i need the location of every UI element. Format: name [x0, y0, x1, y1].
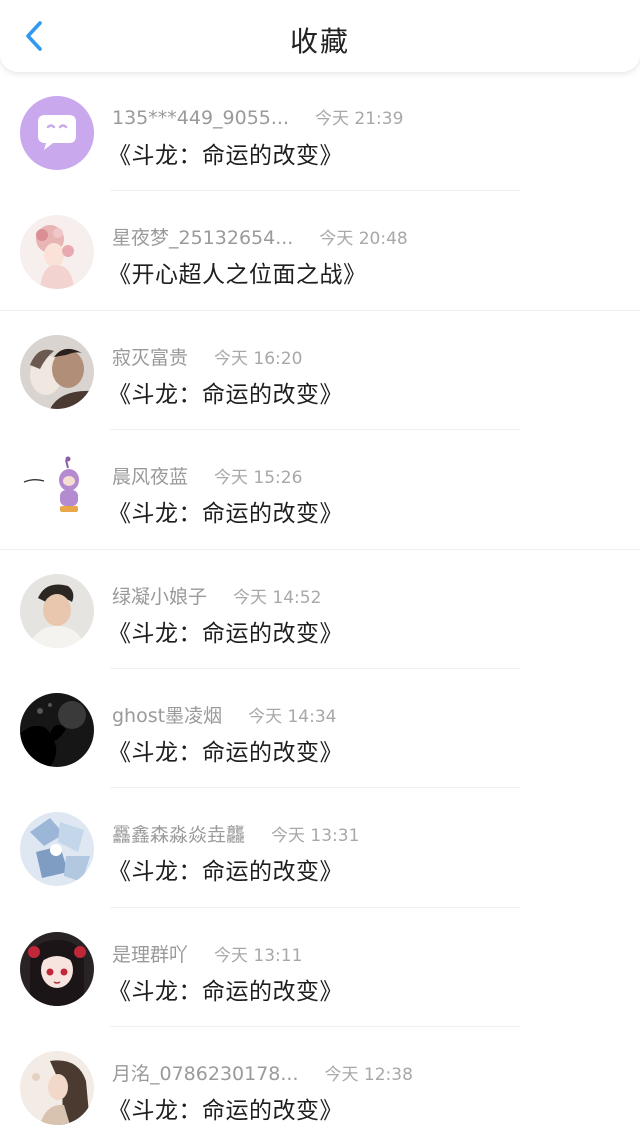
book-title[interactable]: 《斗龙：命运的改变》: [108, 614, 343, 648]
timestamp: 今天 13:11: [214, 945, 303, 966]
silhouette-avatar: [20, 692, 94, 767]
avatar[interactable]: [20, 931, 94, 1006]
username[interactable]: 寂灭富贵: [112, 343, 188, 370]
timestamp: 今天 16:20: [214, 348, 303, 369]
book-title[interactable]: 《开心超人之位面之战》: [108, 255, 367, 289]
meta-line: 是理群吖 今天 13:11: [112, 940, 302, 967]
timestamp: 今天 12:38: [324, 1065, 413, 1086]
meta-line: 月洺_0786230178... 今天 12:38: [112, 1059, 413, 1086]
favorites-page: 收藏 135***449_9055... 今天 21:39 《斗龙：命运的改变》: [0, 0, 640, 1138]
page-title: 收藏: [289, 25, 350, 58]
anime-blue-avatar: [20, 812, 94, 887]
book-title[interactable]: 《斗龙：命运的改变》: [108, 494, 343, 528]
list-item[interactable]: 寂灭富贵 今天 16:20 《斗龙：命运的改变》: [0, 311, 640, 431]
username[interactable]: 靐鑫森淼焱垚龘: [112, 820, 245, 847]
username[interactable]: 星夜梦_25132654...: [112, 223, 293, 250]
avatar[interactable]: [20, 454, 94, 529]
list-item[interactable]: 星夜梦_25132654... 今天 20:48 《开心超人之位面之战》: [0, 191, 640, 311]
list-item[interactable]: 135***449_9055... 今天 21:39 《斗龙：命运的改变》: [0, 72, 640, 192]
username[interactable]: 月洺_0786230178...: [112, 1059, 299, 1086]
timestamp: 今天 14:52: [233, 587, 322, 608]
chat-bubble-avatar: [20, 96, 94, 170]
avatar[interactable]: [20, 334, 94, 409]
boy-photo-avatar: [20, 573, 94, 648]
book-title[interactable]: 《斗龙：命运的改变》: [108, 136, 343, 170]
meta-line: 寂灭富贵 今天 16:20: [112, 343, 302, 370]
cartoon-character-avatar: [20, 454, 94, 529]
avatar[interactable]: [20, 573, 94, 648]
book-title[interactable]: 《斗龙：命运的改变》: [108, 852, 343, 886]
username[interactable]: ghost墨凌烟: [112, 701, 222, 728]
book-title[interactable]: 《斗龙：命运的改变》: [108, 733, 343, 767]
avatar[interactable]: [20, 692, 94, 767]
meta-line: 晨风夜蓝 今天 15:26: [112, 462, 302, 489]
list-item[interactable]: 月洺_0786230178... 今天 12:38 《斗龙：命运的改变》: [0, 1027, 640, 1138]
couple-photo-avatar: [20, 334, 94, 409]
favorites-list: 135***449_9055... 今天 21:39 《斗龙：命运的改变》 星夜…: [0, 72, 640, 1138]
username[interactable]: 135***449_9055...: [112, 107, 289, 129]
avatar[interactable]: [20, 96, 94, 170]
username[interactable]: 晨风夜蓝: [112, 462, 188, 489]
avatar[interactable]: [20, 1051, 94, 1126]
list-item[interactable]: 靐鑫森淼焱垚龘 今天 13:31 《斗龙：命运的改变》: [0, 788, 640, 908]
list-item[interactable]: 绿凝小娘子 今天 14:52 《斗龙：命运的改变》: [0, 550, 640, 669]
avatar[interactable]: [20, 215, 94, 290]
username[interactable]: 绿凝小娘子: [112, 582, 207, 609]
timestamp: 今天 13:31: [271, 826, 360, 847]
anime-girl-avatar: [20, 931, 94, 1006]
top-bar: 收藏: [0, 0, 640, 72]
list-item[interactable]: ghost墨凌烟 今天 14:34 《斗龙：命运的改变》: [0, 669, 640, 789]
meta-line: 靐鑫森淼焱垚龘 今天 13:31: [112, 820, 359, 847]
girl-illustration-avatar: [20, 215, 94, 290]
meta-line: 星夜梦_25132654... 今天 20:48: [112, 223, 408, 250]
meta-line: 135***449_9055... 今天 21:39: [112, 104, 403, 129]
book-title[interactable]: 《斗龙：命运的改变》: [108, 972, 343, 1006]
timestamp: 今天 21:39: [315, 109, 404, 129]
list-item[interactable]: 晨风夜蓝 今天 15:26 《斗龙：命运的改变》: [0, 430, 640, 550]
meta-line: 绿凝小娘子 今天 14:52: [112, 582, 321, 609]
username[interactable]: 是理群吖: [112, 940, 188, 967]
timestamp: 今天 15:26: [214, 468, 303, 489]
meta-line: ghost墨凌烟 今天 14:34: [112, 701, 336, 728]
avatar[interactable]: [20, 812, 94, 887]
timestamp: 今天 14:34: [248, 706, 337, 727]
girl-photo-avatar: [20, 1051, 94, 1126]
book-title[interactable]: 《斗龙：命运的改变》: [108, 1091, 343, 1125]
book-title[interactable]: 《斗龙：命运的改变》: [108, 375, 343, 409]
list-item[interactable]: 是理群吖 今天 13:11 《斗龙：命运的改变》: [0, 908, 640, 1028]
timestamp: 今天 20:48: [319, 229, 408, 250]
